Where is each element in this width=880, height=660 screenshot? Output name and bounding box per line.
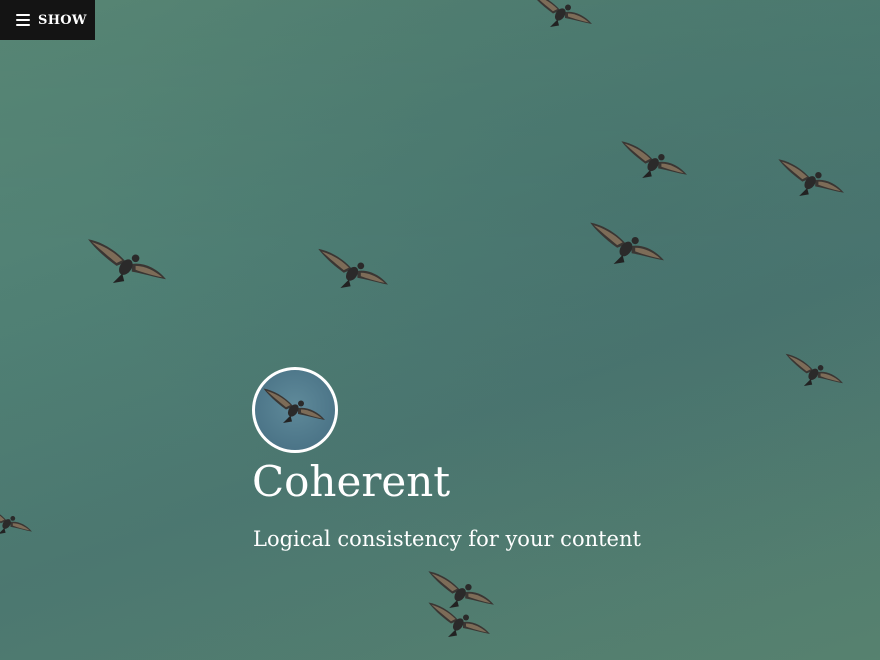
menu-toggle-label: SHOW — [38, 12, 87, 28]
bird-image — [785, 353, 843, 386]
bird-image — [428, 571, 494, 608]
menu-toggle-button[interactable]: SHOW — [0, 0, 95, 40]
bird-image — [318, 248, 388, 288]
bird-image — [590, 222, 664, 264]
bird-image — [88, 239, 166, 283]
site-logo-link[interactable] — [252, 367, 338, 453]
bird-image — [778, 159, 844, 196]
bird-image — [530, 0, 592, 27]
site-tagline: Logical consistency for your content — [253, 527, 641, 551]
hamburger-icon — [16, 14, 30, 26]
bird-icon — [263, 388, 325, 423]
site-title[interactable]: Coherent — [252, 457, 450, 506]
bird-image — [621, 141, 687, 178]
birds-background-image — [0, 0, 844, 637]
bird-image — [428, 602, 490, 637]
header-hero: SHOW Coherent Logical consistency for yo… — [0, 0, 880, 660]
bird-image — [0, 506, 32, 534]
